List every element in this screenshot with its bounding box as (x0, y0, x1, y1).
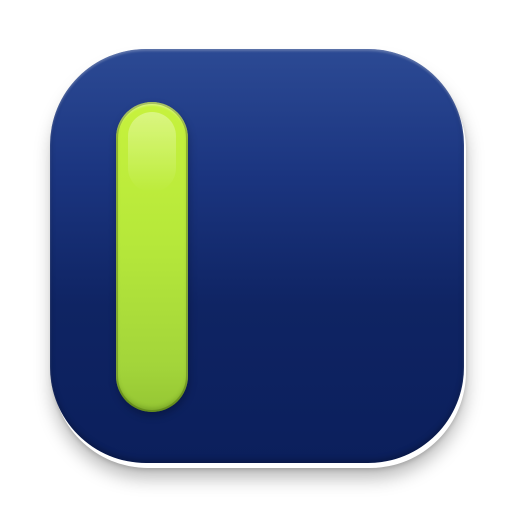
app-icon-tile (50, 49, 464, 463)
icon-canvas (0, 0, 512, 512)
sidebar-bar-highlight (128, 112, 176, 192)
